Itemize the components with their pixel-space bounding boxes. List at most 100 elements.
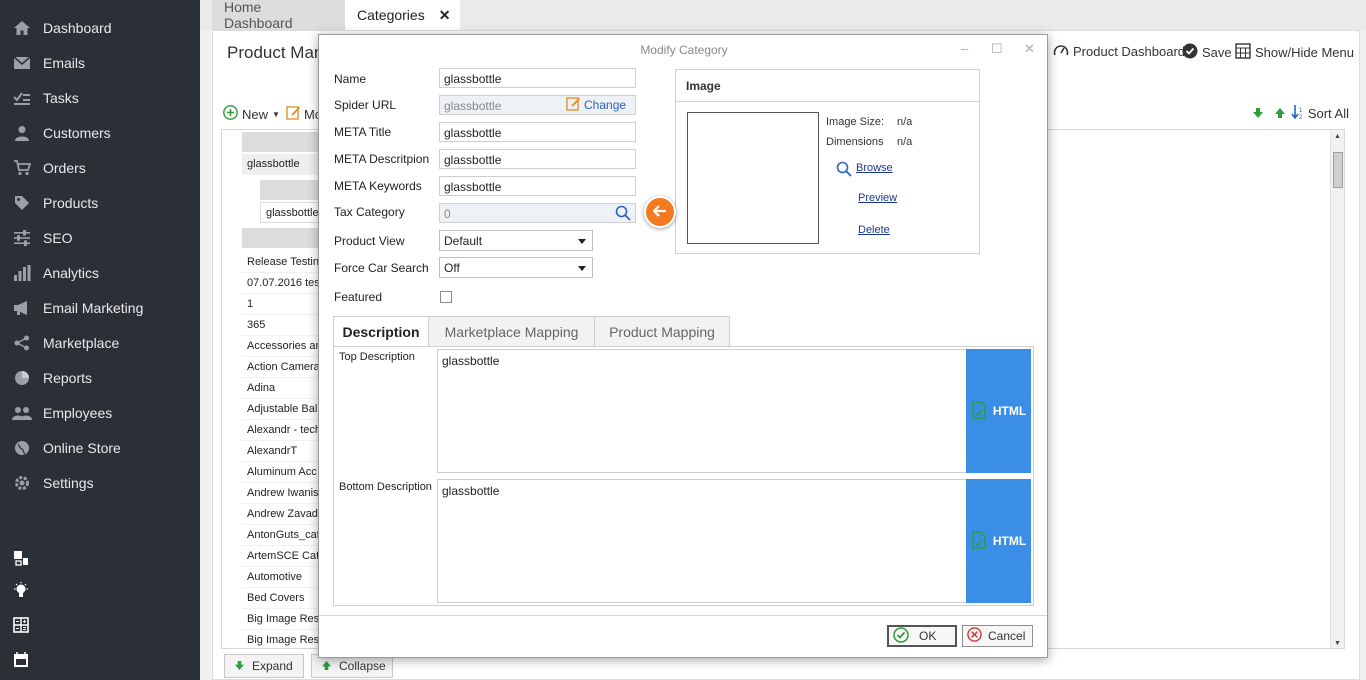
tax-category-field[interactable]: 0 bbox=[439, 203, 636, 223]
featured-label: Featured bbox=[334, 290, 383, 304]
sidebar-item-email-marketing[interactable]: Email Marketing bbox=[0, 293, 200, 323]
cancel-button[interactable]: Cancel bbox=[962, 625, 1033, 647]
tab-product-mapping[interactable]: Product Mapping bbox=[594, 316, 730, 347]
table-row[interactable]: Bed Covers bbox=[242, 588, 322, 609]
table-row[interactable]: Adjustable Bal bbox=[242, 399, 322, 420]
spider-url-label: Spider URL bbox=[334, 98, 397, 112]
table-row[interactable]: Accessories an bbox=[242, 336, 322, 357]
sidebar-item-marketplace[interactable]: Marketplace bbox=[0, 328, 200, 358]
sidebar-item-employees[interactable]: Employees bbox=[0, 398, 200, 428]
lightbulb-icon[interactable] bbox=[11, 581, 31, 601]
table-row[interactable]: Andrew Zavads bbox=[242, 504, 322, 525]
tab-categories[interactable]: Categories ✕ bbox=[345, 0, 460, 30]
tree-row[interactable]: glassbottle bbox=[242, 154, 322, 175]
product-view-select[interactable]: Default bbox=[439, 230, 593, 251]
preview-link[interactable]: Preview bbox=[858, 192, 897, 204]
modify-button[interactable]: Mo bbox=[286, 105, 322, 123]
table-row[interactable]: Automotive bbox=[242, 567, 322, 588]
sort-all-button[interactable]: 12 Sort All bbox=[1291, 105, 1349, 122]
sidebar-item-customers[interactable]: Customers bbox=[0, 118, 200, 148]
tree-row[interactable]: glassbottle bbox=[260, 202, 322, 223]
sidebar-item-online-store[interactable]: Online Store bbox=[0, 433, 200, 463]
meta-description-field[interactable]: glassbottle bbox=[439, 149, 636, 169]
featured-checkbox[interactable] bbox=[440, 291, 452, 303]
sidebar-item-settings[interactable]: Settings bbox=[0, 468, 200, 498]
sidebar-item-label: Email Marketing bbox=[43, 300, 144, 316]
cancel-label: Cancel bbox=[988, 629, 1026, 643]
grid-toolbar: New ▼ Mo bbox=[223, 105, 322, 123]
table-row[interactable]: ArtemSCE Cate bbox=[242, 546, 322, 567]
table-row[interactable]: Andrew Iwanis bbox=[242, 483, 322, 504]
sidebar-item-emails[interactable]: Emails bbox=[0, 48, 200, 78]
force-car-search-select[interactable]: Off bbox=[439, 257, 593, 278]
chevron-down-icon bbox=[578, 239, 586, 244]
close-icon[interactable]: ✕ bbox=[1024, 41, 1035, 57]
table-row[interactable]: AlexandrT bbox=[242, 441, 322, 462]
table-row[interactable]: Big Image Res bbox=[242, 609, 322, 630]
table-row[interactable]: 07.07.2016 test bbox=[242, 273, 322, 294]
delete-link[interactable]: Delete bbox=[858, 224, 890, 236]
sidebar-item-label: Analytics bbox=[43, 265, 100, 281]
meta-keywords-field[interactable]: glassbottle bbox=[439, 176, 636, 196]
bottom-description-field[interactable]: glassbottle bbox=[437, 479, 967, 603]
html-label: HTML bbox=[992, 534, 1027, 548]
tab-marketplace-mapping[interactable]: Marketplace Mapping bbox=[428, 316, 595, 347]
scroll-thumb[interactable] bbox=[1333, 152, 1343, 188]
sidebar-item-label: Dashboard bbox=[43, 20, 112, 36]
apply-image-button[interactable] bbox=[644, 196, 676, 228]
bottom-html-button[interactable]: HTML bbox=[966, 479, 1031, 603]
table-row[interactable]: Adina bbox=[242, 378, 322, 399]
close-icon[interactable]: ✕ bbox=[439, 7, 451, 24]
change-button[interactable]: Change bbox=[566, 97, 626, 113]
table-row[interactable]: Aluminum Acc bbox=[242, 462, 322, 483]
gear-icon bbox=[12, 474, 32, 492]
dimensions-value: n/a bbox=[897, 136, 913, 148]
top-html-button[interactable]: HTML bbox=[966, 349, 1031, 473]
save-label: Save bbox=[1202, 45, 1232, 60]
table-row[interactable]: AntonGuts_cat bbox=[242, 525, 322, 546]
layout-icon[interactable] bbox=[11, 548, 31, 568]
browse-link[interactable]: Browse bbox=[856, 162, 893, 174]
new-button[interactable]: New ▼ bbox=[223, 105, 280, 123]
sidebar-item-tasks[interactable]: Tasks bbox=[0, 83, 200, 113]
top-description-field[interactable]: glassbottle bbox=[437, 349, 967, 473]
search-icon[interactable] bbox=[836, 161, 852, 180]
scroll-down-icon[interactable]: ▼ bbox=[1334, 640, 1341, 647]
tab-home-dashboard[interactable]: Home Dashboard bbox=[212, 0, 345, 31]
arrow-up-icon[interactable] bbox=[1274, 106, 1285, 121]
table-row[interactable]: 365 bbox=[242, 315, 322, 336]
svg-text:2: 2 bbox=[1299, 115, 1303, 119]
scroll-up-icon[interactable]: ▲ bbox=[1334, 133, 1341, 140]
search-icon[interactable] bbox=[615, 205, 631, 224]
grid-scrollbar[interactable]: ▲ ▼ bbox=[1330, 130, 1344, 648]
sidebar-item-label: Settings bbox=[43, 475, 94, 491]
table-row[interactable]: 1 bbox=[242, 294, 322, 315]
save-button[interactable]: Save bbox=[1182, 43, 1232, 62]
sidebar-item-label: Tasks bbox=[43, 90, 79, 106]
sidebar-item-dashboard[interactable]: Dashboard bbox=[0, 13, 200, 43]
tab-description[interactable]: Description bbox=[333, 316, 429, 347]
sidebar-item-orders[interactable]: Orders bbox=[0, 153, 200, 183]
maximize-icon[interactable]: ☐ bbox=[991, 41, 1003, 57]
table-row[interactable]: Big Image Res bbox=[242, 630, 322, 648]
image-size-label: Image Size: bbox=[826, 116, 885, 128]
table-row[interactable]: Action Camera bbox=[242, 357, 322, 378]
arrow-up-icon bbox=[322, 659, 331, 673]
sidebar-item-seo[interactable]: SEO bbox=[0, 223, 200, 253]
pie-chart-icon bbox=[12, 369, 32, 387]
meta-title-field[interactable]: glassbottle bbox=[439, 122, 636, 142]
ok-button[interactable]: OK bbox=[887, 625, 957, 647]
product-dashboard-button[interactable]: Product Dashboard bbox=[1053, 43, 1185, 60]
table-row[interactable]: Alexandr - tech bbox=[242, 420, 322, 441]
expand-button[interactable]: Expand bbox=[224, 654, 304, 678]
calculator-icon[interactable] bbox=[11, 615, 31, 635]
calendar-icon[interactable] bbox=[11, 650, 31, 670]
sidebar-item-analytics[interactable]: Analytics bbox=[0, 258, 200, 288]
table-row[interactable]: Release Testin bbox=[242, 252, 322, 273]
minimize-icon[interactable]: – bbox=[961, 41, 968, 56]
sidebar-item-reports[interactable]: Reports bbox=[0, 363, 200, 393]
show-hide-menu-button[interactable]: Show/Hide Menu bbox=[1235, 43, 1354, 62]
arrow-down-icon[interactable] bbox=[1252, 106, 1263, 121]
name-field[interactable]: glassbottle bbox=[439, 68, 636, 88]
sidebar-item-products[interactable]: Products bbox=[0, 188, 200, 218]
